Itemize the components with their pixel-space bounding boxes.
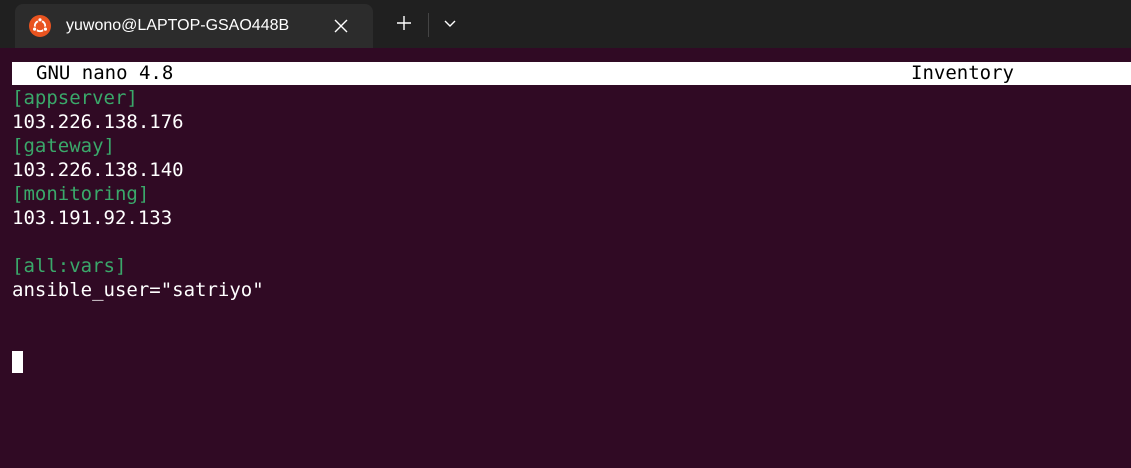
buffer-line: [monitoring] <box>12 183 150 205</box>
ubuntu-logo-icon <box>29 15 51 37</box>
buffer-line: [gateway] <box>12 135 115 157</box>
nano-title-bar: GNU nano 4.8 Inventory <box>12 62 1131 85</box>
titlebar-divider <box>428 13 429 37</box>
terminal-tab[interactable]: yuwono@LAPTOP-GSAO448B <box>15 4 373 48</box>
chevron-down-icon <box>443 16 457 34</box>
editor-buffer[interactable]: [appserver] 103.226.138.176 [gateway] 10… <box>12 86 1122 373</box>
new-tab-button[interactable] <box>386 8 422 42</box>
close-icon[interactable] <box>329 14 353 38</box>
buffer-line: 103.226.138.176 <box>12 111 184 133</box>
buffer-line: [appserver] <box>12 87 138 109</box>
buffer-line: ansible_user="satriyo" <box>12 279 264 301</box>
terminal-area[interactable]: GNU nano 4.8 Inventory [appserver] 103.2… <box>0 48 1131 468</box>
tab-dropdown-button[interactable] <box>434 8 466 42</box>
nano-version: GNU nano 4.8 <box>36 62 174 84</box>
title-bar: yuwono@LAPTOP-GSAO448B <box>0 0 1131 48</box>
tab-title: yuwono@LAPTOP-GSAO448B <box>66 17 290 34</box>
buffer-line: 103.226.138.140 <box>12 159 184 181</box>
plus-icon <box>396 15 412 36</box>
text-cursor <box>12 351 23 373</box>
buffer-line: [all:vars] <box>12 255 127 277</box>
cursor-line <box>12 302 1122 373</box>
buffer-line: 103.191.92.133 <box>12 207 173 229</box>
nano-filename: Inventory <box>911 62 1014 84</box>
buffer-line <box>12 230 1122 254</box>
